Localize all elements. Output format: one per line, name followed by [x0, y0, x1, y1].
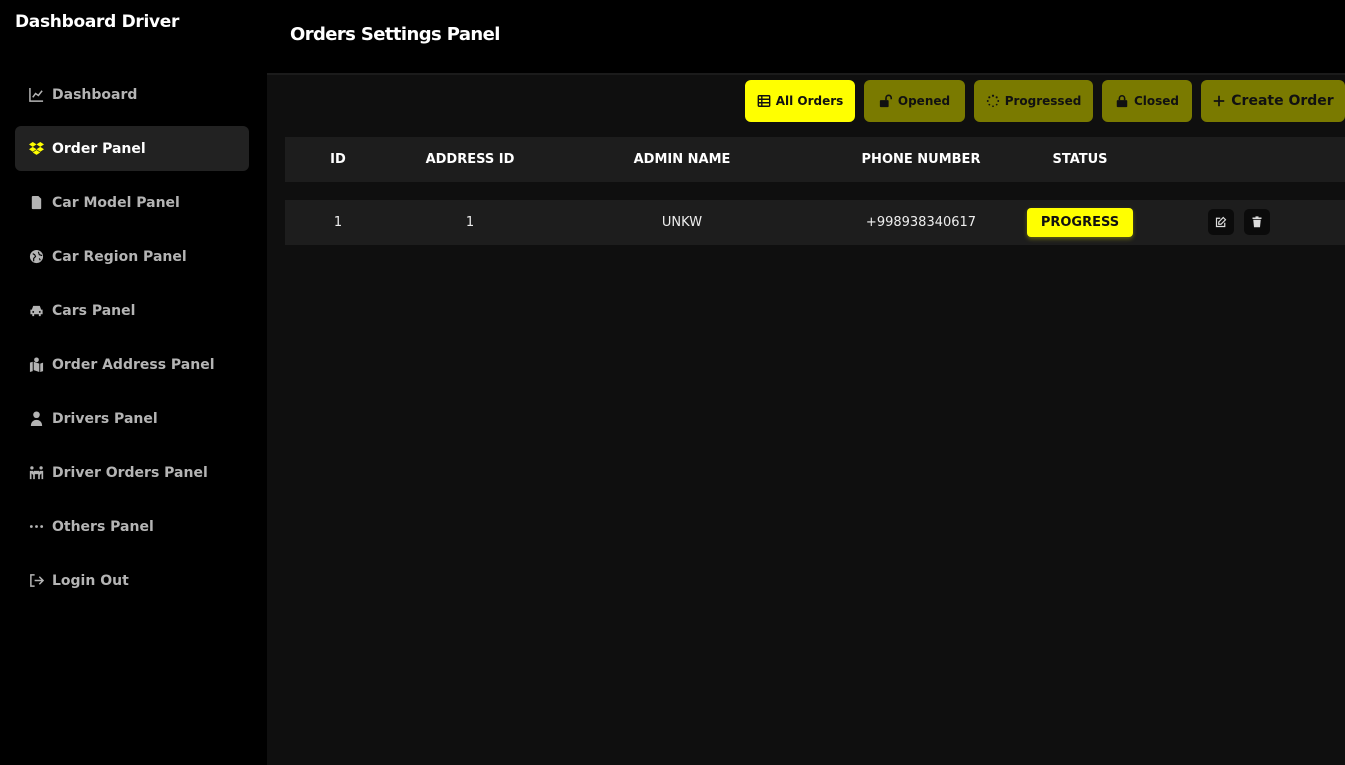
- sidebar-item-label: Drivers Panel: [52, 410, 158, 427]
- column-header-admin-name: ADMIN NAME: [633, 152, 731, 167]
- sidebar: Dashboard Driver Dashboard Order Panel C…: [0, 0, 267, 765]
- sidebar-item-label: Order Address Panel: [52, 356, 215, 373]
- column-header-address-id: ADDRESS ID: [425, 152, 515, 167]
- sidebar-item-drivers-panel[interactable]: Drivers Panel: [15, 396, 249, 441]
- cell-phone-number: +998938340617: [865, 215, 977, 230]
- delete-button[interactable]: [1244, 209, 1270, 235]
- table-list-icon: [757, 95, 771, 107]
- sidebar-item-cars-panel[interactable]: Cars Panel: [15, 288, 249, 333]
- closed-button[interactable]: Closed: [1102, 80, 1192, 122]
- map-location-icon: [28, 357, 44, 373]
- lock-open-icon: [879, 94, 892, 108]
- cell-id: 1: [333, 215, 343, 230]
- sidebar-item-label: Dashboard: [52, 86, 138, 103]
- cell-status: PROGRESS: [1027, 200, 1133, 245]
- create-order-label: Create Order: [1231, 93, 1334, 109]
- ellipsis-icon: [28, 519, 44, 535]
- plus-icon: [1214, 95, 1225, 107]
- cell-admin-name: UNKW: [661, 215, 703, 230]
- sidebar-nav: Dashboard Order Panel Car Model Panel Ca…: [15, 72, 249, 612]
- column-header-phone-number: PHONE NUMBER: [861, 152, 981, 167]
- progressed-label: Progressed: [1004, 94, 1082, 108]
- sidebar-item-others-panel[interactable]: Others Panel: [15, 504, 249, 549]
- spinner-icon: [986, 94, 999, 108]
- sidebar-item-label: Car Model Panel: [52, 194, 180, 211]
- sidebar-item-car-region-panel[interactable]: Car Region Panel: [15, 234, 249, 279]
- opened-button[interactable]: Opened: [864, 80, 965, 122]
- table-row: 1 1 UNKW +998938340617 PROGRESS: [285, 200, 1345, 245]
- sim-card-icon: [28, 195, 44, 211]
- table-header: ID ADDRESS ID ADMIN NAME PHONE NUMBER ST…: [285, 137, 1345, 182]
- sidebar-item-order-panel[interactable]: Order Panel: [15, 126, 249, 171]
- sidebar-item-order-address-panel[interactable]: Order Address Panel: [15, 342, 249, 387]
- sidebar-item-car-model-panel[interactable]: Car Model Panel: [15, 180, 249, 225]
- all-orders-label: All Orders: [775, 94, 844, 108]
- all-orders-button[interactable]: All Orders: [745, 80, 855, 122]
- status-badge: PROGRESS: [1027, 208, 1133, 237]
- sidebar-item-dashboard[interactable]: Dashboard: [15, 72, 249, 117]
- trash-icon: [1252, 216, 1262, 228]
- chart-line-icon: [28, 87, 44, 103]
- dropbox-icon: [28, 141, 44, 157]
- sign-out-icon: [28, 573, 44, 589]
- page-title: Orders Settings Panel: [290, 24, 500, 45]
- sidebar-item-label: Login Out: [52, 572, 129, 589]
- lock-icon: [1116, 95, 1128, 108]
- page-header: Orders Settings Panel: [267, 0, 1345, 72]
- people-carry-icon: [28, 465, 44, 481]
- sidebar-item-label: Cars Panel: [52, 302, 136, 319]
- app-brand: Dashboard Driver: [15, 12, 180, 32]
- create-order-button[interactable]: Create Order: [1201, 80, 1345, 122]
- user-tie-icon: [28, 411, 44, 427]
- edit-icon: [1215, 216, 1227, 228]
- column-header-id: ID: [330, 152, 346, 167]
- sidebar-item-label: Car Region Panel: [52, 248, 187, 265]
- opened-label: Opened: [897, 94, 951, 108]
- globe-icon: [28, 249, 44, 265]
- taxi-icon: [28, 303, 44, 319]
- progressed-button[interactable]: Progressed: [974, 80, 1093, 122]
- sidebar-item-label: Driver Orders Panel: [52, 464, 208, 481]
- sidebar-item-login-out[interactable]: Login Out: [15, 558, 249, 603]
- closed-label: Closed: [1133, 94, 1180, 108]
- sidebar-item-label: Order Panel: [52, 140, 146, 157]
- main-content: All Orders Opened Progressed Closed Crea…: [267, 73, 1345, 765]
- cell-address-id: 1: [465, 215, 475, 230]
- edit-button[interactable]: [1208, 209, 1234, 235]
- sidebar-item-label: Others Panel: [52, 518, 154, 535]
- sidebar-item-driver-orders-panel[interactable]: Driver Orders Panel: [15, 450, 249, 495]
- column-header-status: STATUS: [1052, 152, 1108, 167]
